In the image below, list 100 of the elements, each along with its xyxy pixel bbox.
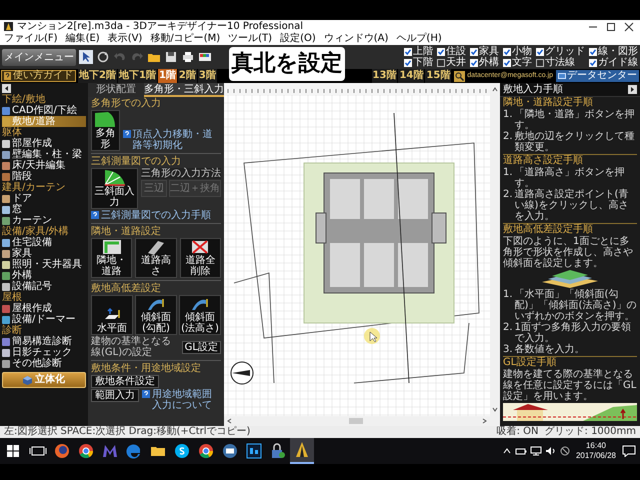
sidebar-item[interactable]: CAD作図/下絵 [2,105,86,116]
sidebar-item[interactable]: 日影チェック [2,347,86,358]
sidebar-item[interactable]: その他診断 [2,358,86,369]
sidebar-item[interactable]: 家具 [2,248,86,259]
square-icon [2,316,10,324]
menu-item[interactable]: ツール(T) [228,33,272,45]
layer-checkbox[interactable]: 上階 [404,46,433,57]
sidebar-item[interactable]: カーテン [2,215,86,226]
palette-icon[interactable] [198,50,212,64]
slope-icon [190,296,210,312]
floor-tab[interactable]: 1階 [158,69,177,83]
clock[interactable]: 16:40 2017/06/28 [576,441,616,461]
layer-checkbox[interactable]: 家具 [470,46,499,57]
layer-checkbox[interactable]: ガイド線 [589,57,638,68]
layer-checkbox[interactable]: 住設 [437,46,466,57]
guide-button[interactable]: 使い方ガイド [1,70,76,82]
sidebar-item[interactable]: 外構 [2,270,86,281]
menu-item[interactable]: 編集(E) [66,33,100,45]
help-link[interactable]: 用途地域範囲入力について [142,389,221,411]
menu-item[interactable]: 移動/コピー(M) [150,33,220,45]
floor-tab[interactable]: 15階 [425,69,452,83]
sidebar-item[interactable]: 設備記号 [2,281,86,292]
vertical-scrollbar[interactable] [490,83,500,416]
tool-button[interactable]: 隣地・道路 [91,238,132,278]
layer-checkbox[interactable]: 外構 [470,57,499,68]
sidebar-item[interactable]: 階段 [2,171,86,182]
sidebar-item[interactable]: 屋根作成 [2,303,86,314]
floor-tab[interactable]: 2階 [178,69,197,83]
menu-item[interactable]: 表示(V) [108,33,142,45]
tool-button[interactable]: 傾斜面(法高さ) [179,295,221,335]
layer-checkbox[interactable]: 天井 [437,57,466,68]
layer-checkbox[interactable]: 下階 [404,57,433,68]
horizontal-scrollbar[interactable] [224,416,500,426]
floor-tab[interactable]: 14階 [398,69,424,83]
panel-tab[interactable]: 形状配置 [88,83,144,97]
sidebar-item[interactable]: 壁編集・柱・梁 [2,149,86,160]
rotate-icon[interactable] [96,50,110,64]
help-link[interactable]: 頂点入力移動・道路等初期化 [122,129,221,151]
main-menu-button[interactable]: メインメニュー [2,48,76,66]
sidebar-item[interactable]: ドア [2,193,86,204]
search-icon[interactable] [454,70,466,82]
maximize-icon[interactable] [604,22,618,32]
printer-icon[interactable] [181,50,195,64]
layer-checkbox[interactable]: 文字 [503,57,532,68]
guide-title: 敷地入力手順 [503,82,563,96]
menu-item[interactable]: ウィンドウ(A) [324,33,388,45]
square-icon [2,338,10,346]
floor-tab[interactable]: 地下1階 [118,69,157,83]
sidebar-item[interactable]: 簡易構造診断 [2,336,86,347]
survey-input-button[interactable]: 三斜面入力 [91,168,138,209]
taskbar-app[interactable] [290,438,314,464]
network-icon[interactable] [530,446,542,456]
sidebar-item[interactable]: 設備/ドーマー [2,314,86,325]
sidebar-item[interactable]: 照明・天井器具 [2,259,86,270]
battery-icon[interactable] [514,446,527,456]
floor-tab[interactable]: 3階 [198,69,217,83]
l-shape-icon [102,239,122,255]
tool-button[interactable]: 傾斜面(勾配) [135,295,177,335]
blocked-circle-icon[interactable] [560,446,570,456]
speaker-icon[interactable] [544,446,557,456]
layer-checkbox[interactable]: 小物 [503,46,532,57]
pointer-icon[interactable] [79,50,93,64]
menu-item[interactable]: ヘルプ(H) [396,33,442,45]
close-icon[interactable] [622,22,636,32]
condition-button[interactable]: 敷地条件設定 [91,375,159,388]
panel-tab[interactable]: 多角形・三斜入力 [144,83,224,97]
square-icon [2,348,10,356]
floor-tab[interactable]: 13階 [372,69,398,83]
menu-item[interactable]: 設定(O) [280,33,316,45]
square-icon [2,250,10,258]
category-header: 建具/カーテン [2,182,66,193]
polygon-button[interactable]: 多角形 [91,110,120,151]
condition-button[interactable]: 範囲入力 [91,389,139,402]
gl-settings-button[interactable]: GL設定 [182,340,221,354]
tool-button[interactable]: 道路高さ [135,238,177,278]
layer-checkbox[interactable]: 寸法線 [536,57,585,68]
data-center-button[interactable]: データセンター [556,70,639,82]
tool-button[interactable]: 道路全削除 [180,238,221,278]
save-icon[interactable] [164,50,178,64]
notification-icon[interactable] [622,445,636,457]
layer-checkbox[interactable]: 線・図形 [589,46,638,57]
guide-heading: 敷地高低差設定手順 [503,224,594,236]
sidebar-item[interactable]: 窓 [2,204,86,215]
step-text: 各数値を入力。 [514,344,585,355]
square-icon [2,194,10,202]
layer-checkbox[interactable]: グリッド [536,46,585,57]
guide-heading: GL設定手順 [503,357,558,368]
sidebar-item[interactable]: 住宅設備 [2,237,86,248]
floor-tab[interactable]: 地下2階 [78,69,117,83]
step-text: 「隣地・道路」ボタンを押す。 [514,109,636,131]
tool-button[interactable]: 水平面 [91,295,133,335]
step-text: 1面ずつ多角形入力の要領で入力。 [514,322,632,344]
collapse-right-icon[interactable] [628,85,637,94]
chevron-up-icon[interactable] [502,446,512,456]
sidebar-item[interactable]: 部屋作成 [2,138,86,149]
sidebar-item[interactable]: 床/天井編集 [2,160,86,171]
collapse-icon[interactable] [2,84,11,93]
menu-item[interactable]: ファイル(F) [4,33,58,45]
square-icon [2,118,10,126]
help-link[interactable]: 三斜測量図での入力手順 [91,210,221,221]
